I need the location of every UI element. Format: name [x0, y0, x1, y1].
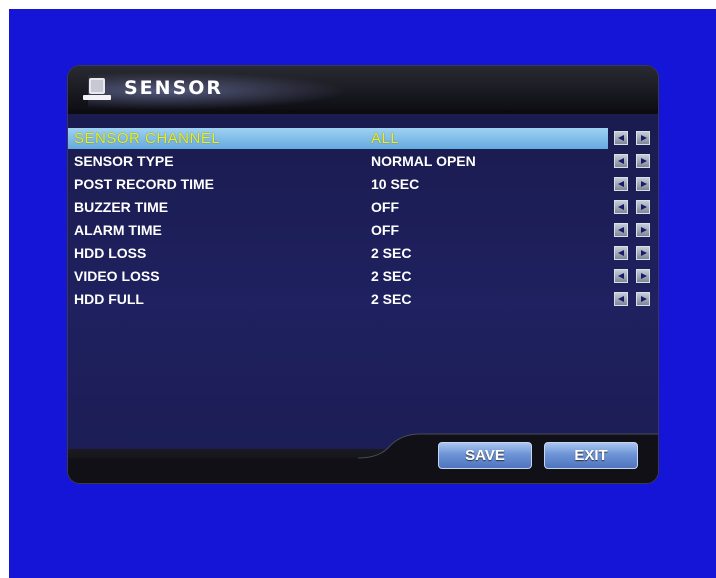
setting-row-alarm-time[interactable]: ALARM TIME OFF [68, 219, 658, 241]
setting-row-sensor-type[interactable]: SENSOR TYPE NORMAL OPEN [68, 150, 658, 172]
left-arrow-icon[interactable] [614, 269, 628, 283]
left-arrow-icon[interactable] [614, 177, 628, 191]
save-button[interactable]: SAVE [438, 442, 532, 469]
setting-value: 2 SEC [371, 245, 412, 261]
settings-list: SENSOR CHANNEL ALL SENSOR TYPE NORMAL OP… [68, 114, 658, 456]
setting-label: VIDEO LOSS [74, 268, 160, 284]
setting-label: HDD LOSS [74, 245, 147, 261]
right-arrow-icon[interactable] [636, 177, 650, 191]
setting-value: ALL [371, 130, 400, 147]
setting-row-hdd-full[interactable]: HDD FULL 2 SEC [68, 288, 658, 310]
exit-button[interactable]: EXIT [544, 442, 638, 469]
left-arrow-icon[interactable] [614, 292, 628, 306]
dialog-header: SENSOR [68, 66, 658, 110]
sensor-dialog: SENSOR SENSOR CHANNEL ALL SENSOR TYPE NO… [68, 66, 658, 483]
right-arrow-icon[interactable] [636, 154, 650, 168]
right-arrow-icon[interactable] [636, 131, 650, 145]
setting-row-hdd-loss[interactable]: HDD LOSS 2 SEC [68, 242, 658, 264]
left-arrow-icon[interactable] [614, 154, 628, 168]
setting-row-video-loss[interactable]: VIDEO LOSS 2 SEC [68, 265, 658, 287]
left-arrow-icon[interactable] [614, 131, 628, 145]
setting-label: SENSOR TYPE [74, 153, 174, 169]
setting-value: 10 SEC [371, 176, 420, 192]
left-arrow-icon[interactable] [614, 246, 628, 260]
desk-sensor-icon [83, 78, 111, 100]
right-arrow-icon[interactable] [636, 269, 650, 283]
setting-value: OFF [371, 222, 399, 238]
setting-value: NORMAL OPEN [371, 153, 476, 169]
page-title: SENSOR [124, 77, 224, 99]
setting-label: ALARM TIME [74, 222, 162, 238]
right-arrow-icon[interactable] [636, 223, 650, 237]
setting-value: 2 SEC [371, 291, 412, 307]
setting-row-post-record-time[interactable]: POST RECORD TIME 10 SEC [68, 173, 658, 195]
setting-row-buzzer-time[interactable]: BUZZER TIME OFF [68, 196, 658, 218]
left-arrow-icon[interactable] [614, 200, 628, 214]
setting-row-sensor-channel[interactable]: SENSOR CHANNEL ALL [68, 127, 658, 149]
setting-value: 2 SEC [371, 268, 412, 284]
setting-label: SENSOR CHANNEL [74, 130, 221, 147]
setting-label: POST RECORD TIME [74, 176, 215, 192]
right-arrow-icon[interactable] [636, 246, 650, 260]
left-arrow-icon[interactable] [614, 223, 628, 237]
setting-label: HDD FULL [74, 291, 144, 307]
right-arrow-icon[interactable] [636, 200, 650, 214]
right-arrow-icon[interactable] [636, 292, 650, 306]
setting-value: OFF [371, 199, 399, 215]
setting-label: BUZZER TIME [74, 199, 169, 215]
